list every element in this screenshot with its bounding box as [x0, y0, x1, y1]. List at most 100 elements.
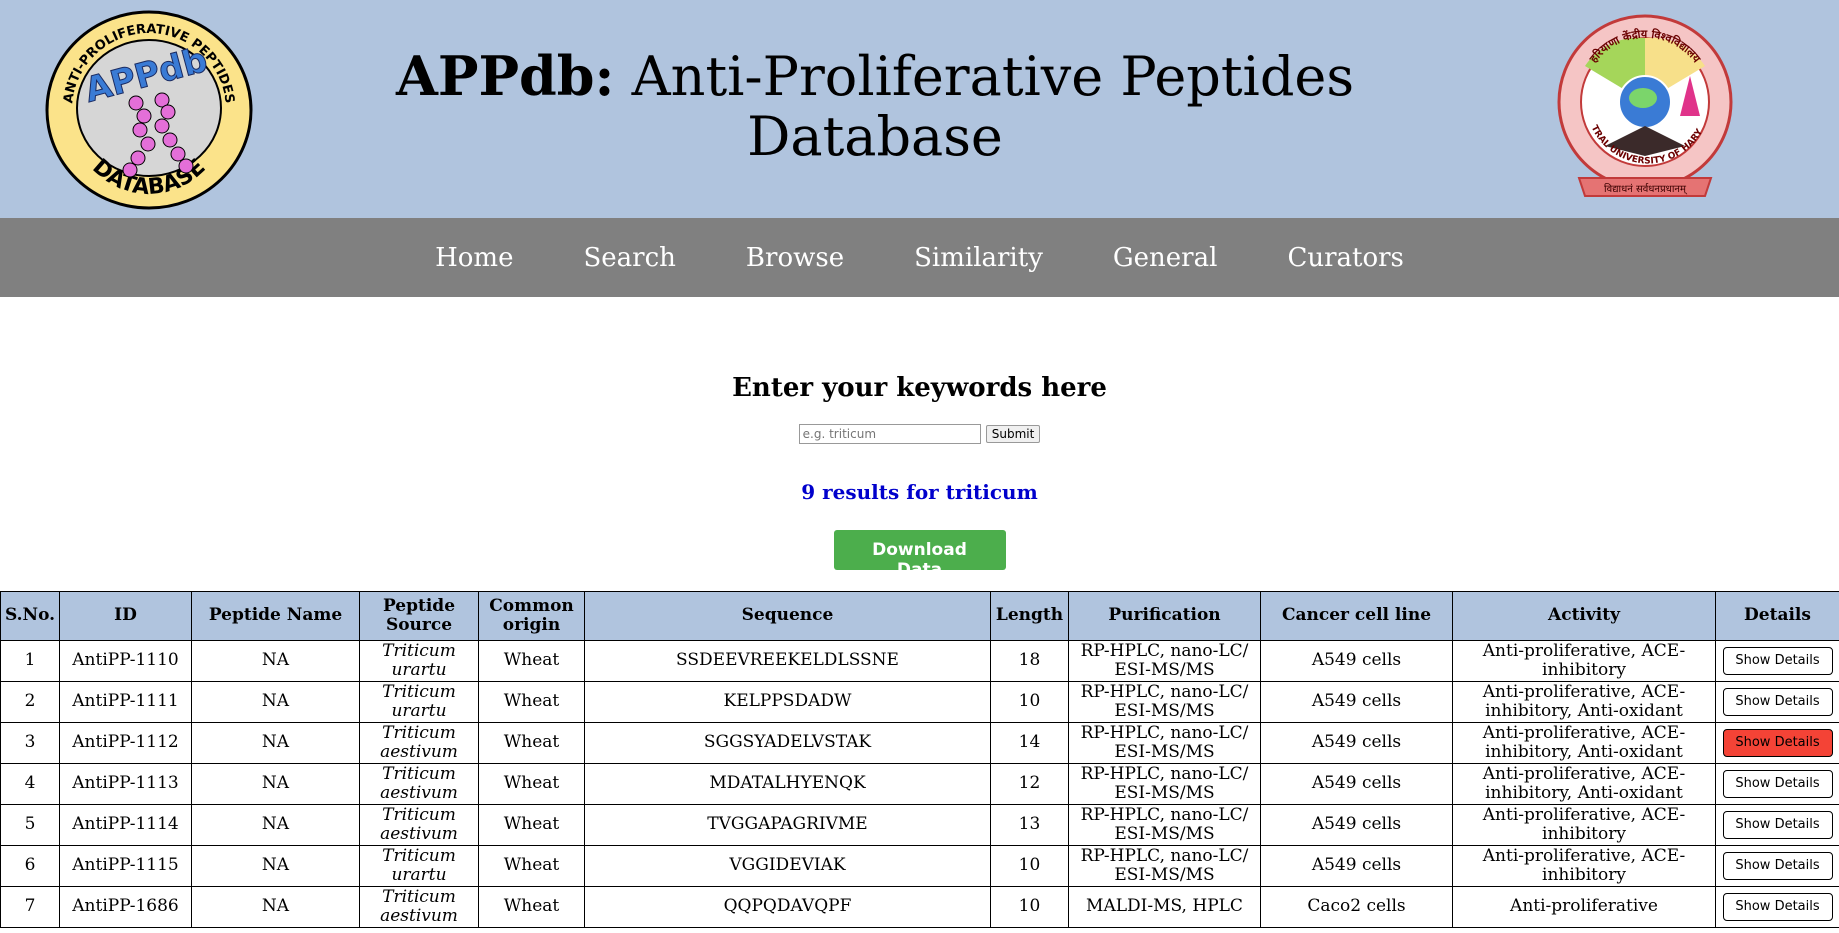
table-body: 1 AntiPP-1110 NA Triticum urartu Wheat SSDEEV…: [0, 639, 1839, 928]
peptide-source-cell: Triticum aestivum: [359, 885, 479, 928]
col-sno-header: S.No.: [0, 590, 60, 641]
site-header: ANTI-PROLIFERATIVE PEPTIDES DATABASE APP…: [0, 0, 1839, 218]
title-bold: APPdb:: [395, 44, 615, 108]
length-cell: 13: [990, 803, 1069, 846]
sequence-cell: TVGGAPAGRIVME: [584, 803, 991, 846]
table-row: 3 AntiPP-1112 NA Triticum aestivum Wheat SGGS…: [0, 721, 1839, 764]
main-nav: Home Search Browse Similarity General Cu…: [0, 218, 1839, 297]
col-common-origin-header: Common origin: [478, 590, 585, 641]
details-cell: Show Details: [1715, 680, 1839, 723]
show-details-button[interactable]: Show Details: [1722, 769, 1833, 798]
serial-number-cell: 1: [0, 639, 60, 682]
serial-number-cell: 6: [0, 844, 60, 887]
purification-cell: RP-HPLC, nano-LC/ ESI-MS/MS: [1068, 803, 1261, 846]
submit-button[interactable]: Submit: [985, 424, 1041, 443]
sequence-cell: SSDEEVREEKELDLSSNE: [584, 639, 991, 682]
common-origin-cell: Wheat: [478, 721, 585, 764]
cancer-cell-line-cell: A549 cells: [1260, 639, 1453, 682]
purification-cell: RP-HPLC, nano-LC/ ESI-MS/MS: [1068, 721, 1261, 764]
nav-search[interactable]: Search: [548, 243, 710, 273]
sequence-cell: QQPQDAVQPF: [584, 885, 991, 928]
details-cell: Show Details: [1715, 721, 1839, 764]
length-cell: 18: [990, 639, 1069, 682]
activity-cell: Anti-proliferative: [1452, 885, 1716, 928]
nav-browse[interactable]: Browse: [711, 243, 879, 273]
nav-general[interactable]: General: [1078, 243, 1253, 273]
sequence-cell: SGGSYADELVSTAK: [584, 721, 991, 764]
activity-cell: Anti-proliferative, ACE-inhibitory: [1452, 803, 1716, 846]
col-peptide-source-header: Peptide Source: [359, 590, 479, 641]
length-cell: 14: [990, 721, 1069, 764]
search-heading: Enter your keywords here: [732, 373, 1107, 403]
details-cell: Show Details: [1715, 803, 1839, 846]
peptide-name-cell: NA: [191, 844, 360, 887]
sequence-cell: MDATALHYENQK: [584, 762, 991, 805]
peptide-name-cell: NA: [191, 680, 360, 723]
col-length-header: Length: [990, 590, 1069, 641]
purification-cell: RP-HPLC, nano-LC/ ESI-MS/MS: [1068, 639, 1261, 682]
search-input[interactable]: [798, 423, 981, 444]
table-row: 5 AntiPP-1114 NA Triticum aestivum Wheat TVGG…: [0, 803, 1839, 846]
serial-number-cell: 3: [0, 721, 60, 764]
nav-curators[interactable]: Curators: [1252, 243, 1438, 273]
peptide-source-cell: Triticum urartu: [359, 639, 479, 682]
cancer-cell-line-cell: A549 cells: [1260, 762, 1453, 805]
peptide-name-cell: NA: [191, 762, 360, 805]
peptide-source-cell: Triticum urartu: [359, 680, 479, 723]
purification-cell: MALDI-MS, HPLC: [1068, 885, 1261, 928]
serial-number-cell: 4: [0, 762, 60, 805]
appdb-logo[interactable]: ANTI-PROLIFERATIVE PEPTIDES DATABASE APP…: [44, 8, 254, 212]
col-activity-header: Activity: [1452, 590, 1716, 641]
serial-number-cell: 7: [0, 885, 60, 928]
purification-cell: RP-HPLC, nano-LC/ ESI-MS/MS: [1068, 844, 1261, 887]
peptide-id-cell: AntiPP-1114: [59, 803, 192, 846]
common-origin-cell: Wheat: [478, 762, 585, 805]
search-form: Submit: [0, 423, 1839, 444]
peptide-source-cell: Triticum urartu: [359, 844, 479, 887]
sequence-cell: KELPPSDADW: [584, 680, 991, 723]
activity-cell: Anti-proliferative, ACE-inhibitory, Anti…: [1452, 762, 1716, 805]
common-origin-cell: Wheat: [478, 885, 585, 928]
cancer-cell-line-cell: A549 cells: [1260, 680, 1453, 723]
show-details-button[interactable]: Show Details: [1722, 646, 1833, 675]
peptide-name-cell: NA: [191, 721, 360, 764]
cancer-cell-line-cell: A549 cells: [1260, 721, 1453, 764]
peptide-id-cell: AntiPP-1111: [59, 680, 192, 723]
show-details-button[interactable]: Show Details: [1722, 892, 1833, 921]
col-cancer-cell-line-header: Cancer cell line: [1260, 590, 1453, 641]
table-header-row: S.No. ID Peptide Name Peptide Source Common …: [0, 590, 1839, 641]
peptide-name-cell: NA: [191, 803, 360, 846]
peptide-name-cell: NA: [191, 639, 360, 682]
length-cell: 12: [990, 762, 1069, 805]
common-origin-cell: Wheat: [478, 639, 585, 682]
show-details-button[interactable]: Show Details: [1722, 851, 1833, 880]
length-cell: 10: [990, 680, 1069, 723]
page-title: APPdb: Anti-Proliferative Peptides Datab…: [380, 46, 1370, 167]
nav-similarity[interactable]: Similarity: [879, 243, 1078, 273]
cancer-cell-line-cell: A549 cells: [1260, 844, 1453, 887]
sequence-cell: VGGIDEVIAK: [584, 844, 991, 887]
download-data-button[interactable]: Download Data: [833, 529, 1006, 580]
col-purification-header: Purification: [1068, 590, 1261, 641]
peptide-id-cell: AntiPP-1112: [59, 721, 192, 764]
peptide-source-cell: Triticum aestivum: [359, 803, 479, 846]
details-cell: Show Details: [1715, 844, 1839, 887]
show-details-button[interactable]: Show Details: [1722, 728, 1833, 757]
nav-home[interactable]: Home: [400, 243, 548, 273]
col-details-header: Details: [1715, 590, 1839, 641]
details-cell: Show Details: [1715, 885, 1839, 928]
peptide-source-cell: Triticum aestivum: [359, 762, 479, 805]
common-origin-cell: Wheat: [478, 803, 585, 846]
svg-text:विद्याधनं सर्वधनप्रधानम्: विद्याधनं सर्वधनप्रधानम्: [1604, 183, 1688, 195]
show-details-button[interactable]: Show Details: [1722, 810, 1833, 839]
col-sequence-header: Sequence: [584, 590, 991, 641]
download-wrap: Download Data: [0, 529, 1839, 580]
table-row: 6 AntiPP-1115 NA Triticum urartu Wheat VGGIDE…: [0, 844, 1839, 887]
details-cell: Show Details: [1715, 762, 1839, 805]
peptide-id-cell: AntiPP-1686: [59, 885, 192, 928]
results-table: S.No. ID Peptide Name Peptide Source Common …: [0, 590, 1839, 928]
title-rest: Anti-Proliferative Peptides Database: [631, 45, 1355, 168]
university-logo[interactable]: हरियाणा केंद्रीय विश्वविद्यालय CENTRAL U…: [1555, 6, 1735, 210]
show-details-button[interactable]: Show Details: [1722, 687, 1833, 716]
serial-number-cell: 5: [0, 803, 60, 846]
